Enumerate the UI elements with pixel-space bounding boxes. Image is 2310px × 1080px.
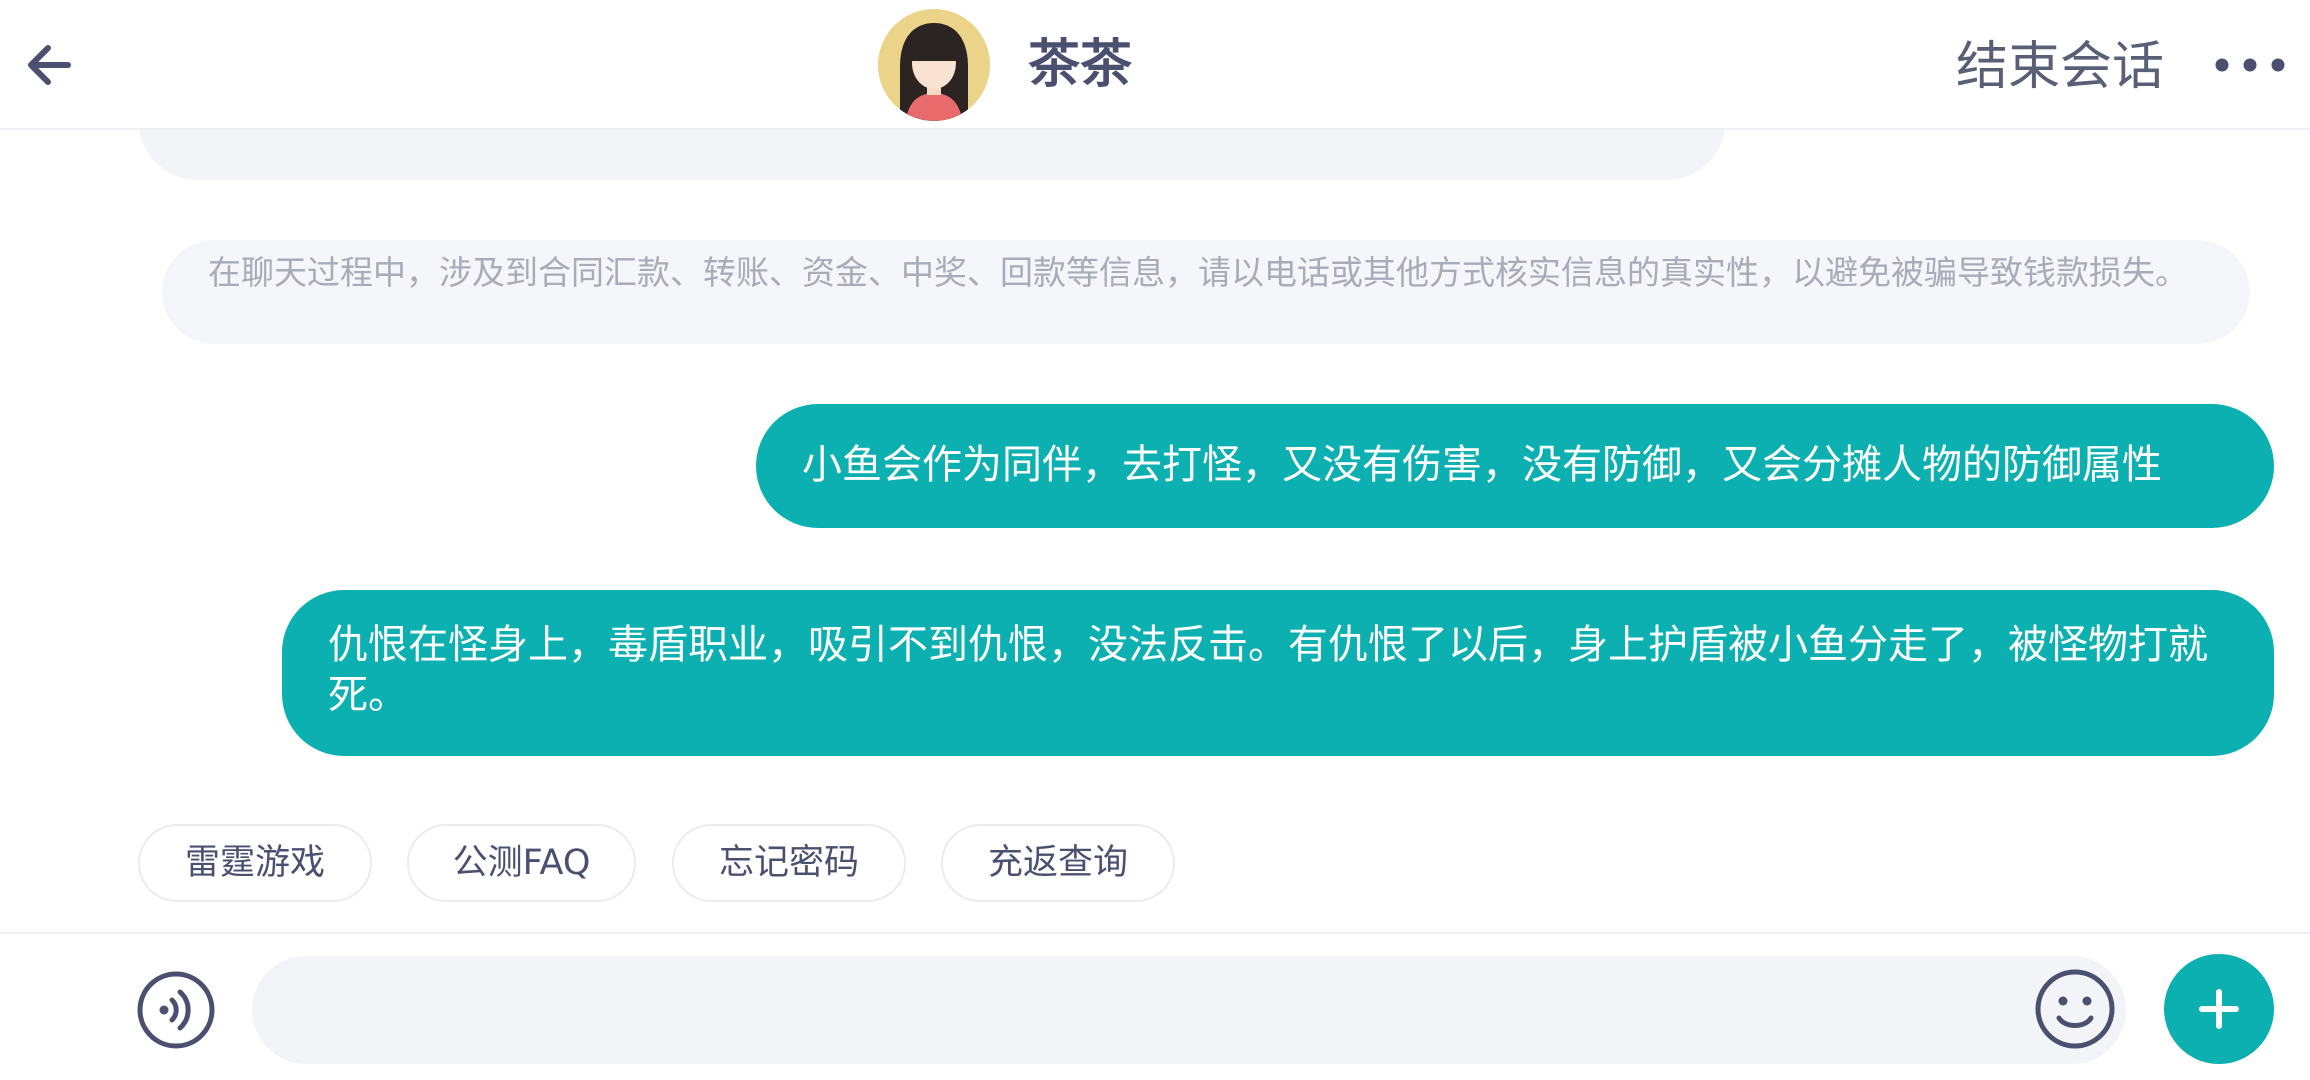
user-avatar-icon <box>878 9 990 121</box>
quick-reply-faq[interactable]: 公测FAQ <box>407 824 636 902</box>
contact-name: 茶茶 <box>1028 35 1133 95</box>
chat-screen: 茶茶 结束会话 在聊天过程中，涉及到合同汇款、转账、资金、中奖、回款等信息，请以… <box>0 0 2310 1080</box>
quick-reply-recharge-query[interactable]: 充返查询 <box>941 824 1175 902</box>
quick-reply-forgot-password[interactable]: 忘记密码 <box>672 824 906 902</box>
outgoing-message-bubble: 仇恨在怪身上，毒盾职业，吸引不到仇恨，没法反击。有仇恨了以后，身上护盾被小鱼分走… <box>282 590 2274 756</box>
more-horizontal-icon <box>2215 58 2285 72</box>
voice-input-button[interactable] <box>136 970 216 1050</box>
safety-notice: 在聊天过程中，涉及到合同汇款、转账、资金、中奖、回款等信息，请以电话或其他方式核… <box>162 240 2250 344</box>
end-session-button[interactable]: 结束会话 <box>1956 34 2164 100</box>
quick-reply-thunder-games[interactable]: 雷霆游戏 <box>138 824 372 902</box>
plus-icon <box>2199 989 2239 1029</box>
outgoing-message-bubble: 小鱼会作为同伴，去打怪，又没有伤害，没有防御，又会分摊人物的防御属性 <box>756 404 2274 528</box>
back-arrow-icon <box>28 45 71 85</box>
chat-header: 茶茶 结束会话 <box>0 0 2310 130</box>
message-input[interactable] <box>252 956 2126 1064</box>
voice-input-icon <box>137 971 215 1049</box>
input-bar <box>0 932 2310 1080</box>
add-attachment-button[interactable] <box>2164 954 2274 1064</box>
back-button[interactable] <box>20 30 84 100</box>
emoji-button[interactable] <box>2034 968 2116 1050</box>
avatar[interactable] <box>878 9 990 121</box>
more-button[interactable] <box>2212 40 2288 90</box>
emoji-icon <box>2035 969 2115 1049</box>
